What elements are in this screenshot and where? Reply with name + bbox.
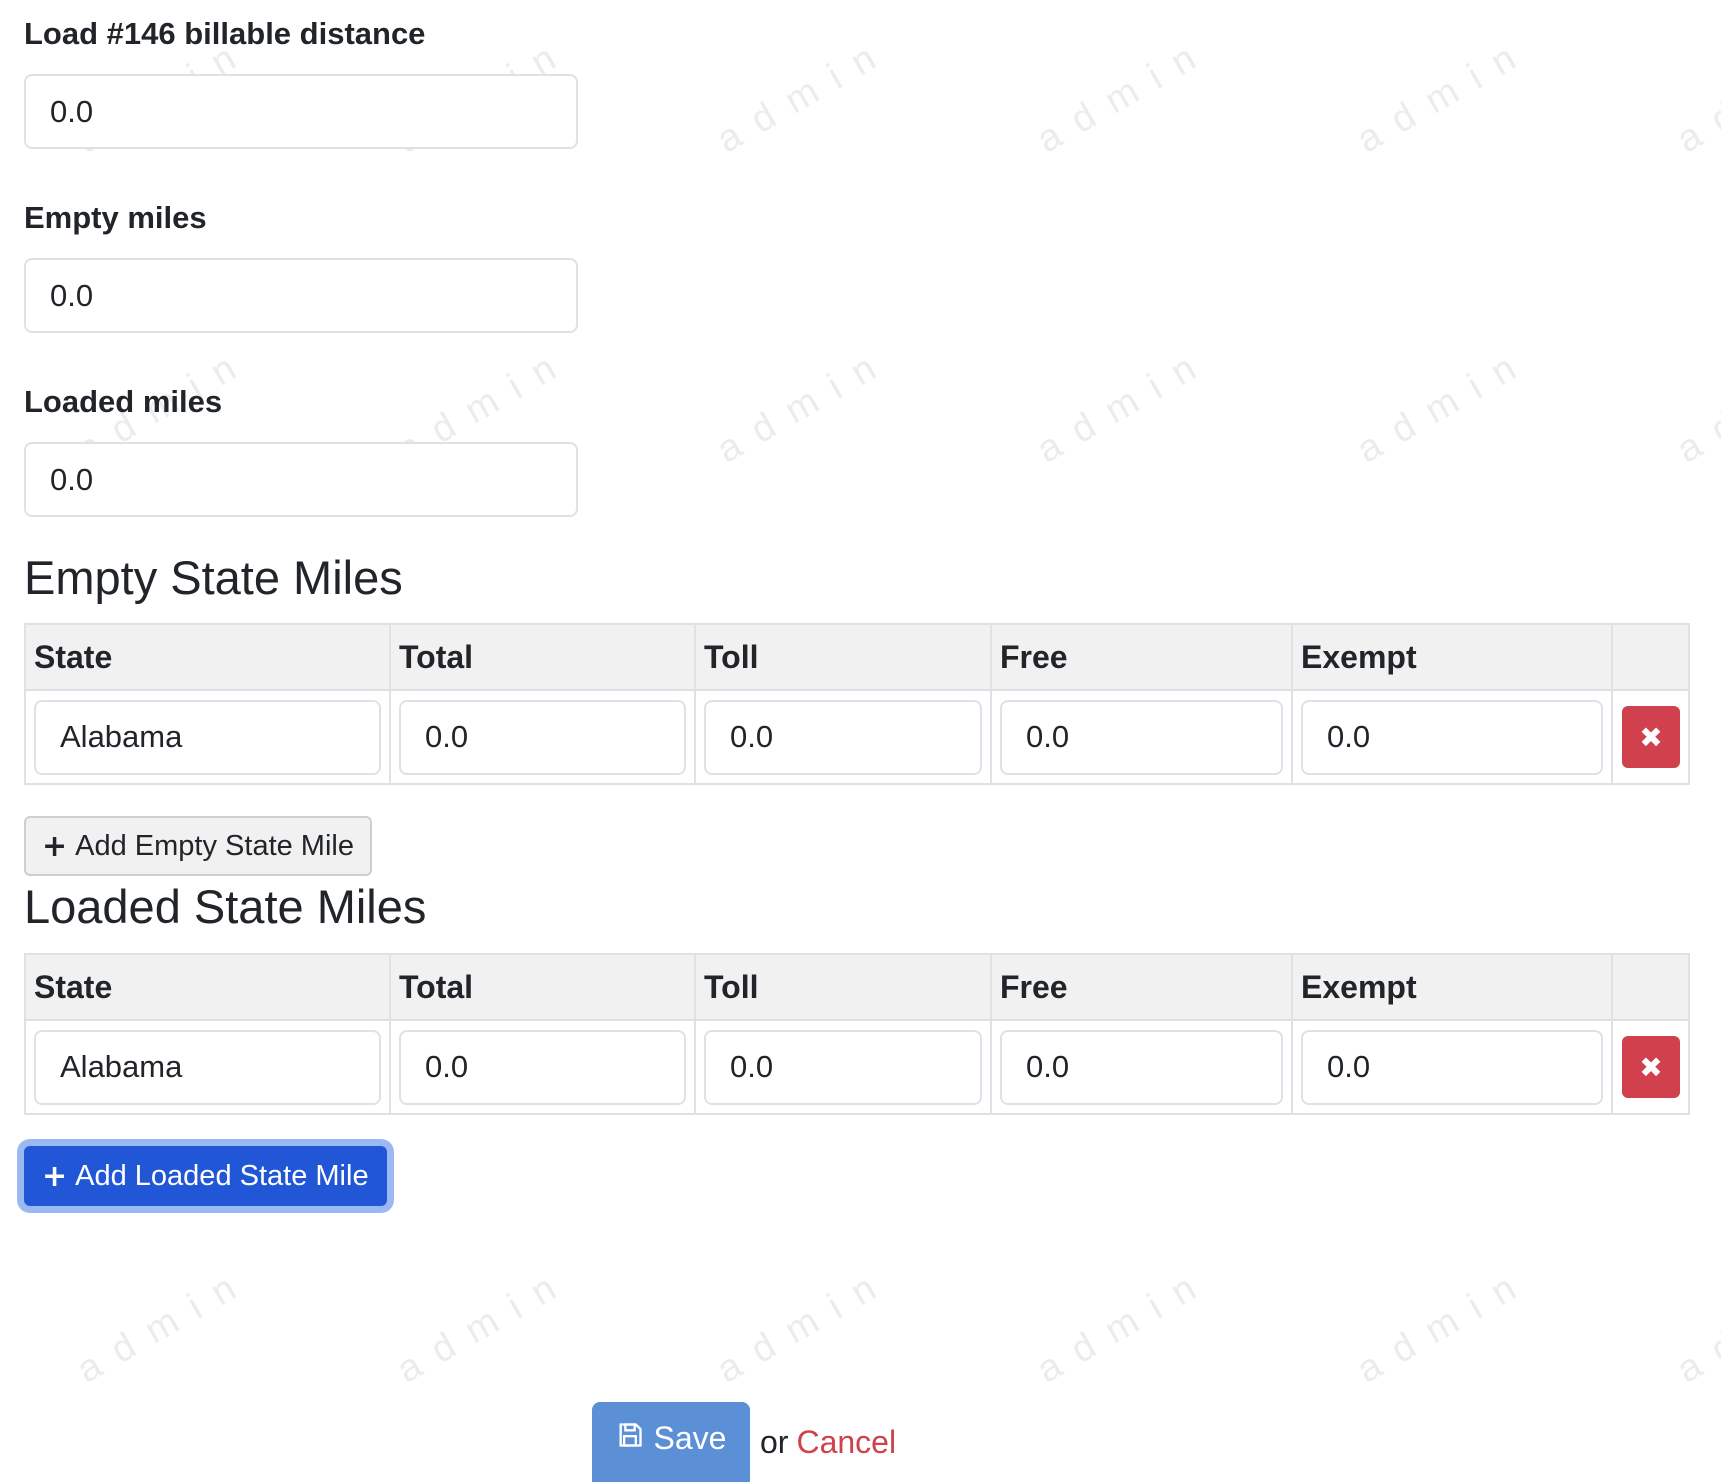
watermark-text: admin [1350,1258,1539,1392]
add-loaded-state-mile-label: Add Loaded State Mile [75,1159,369,1192]
column-header-total: Total [389,623,696,691]
column-header-exempt: Exempt [1291,953,1613,1021]
empty-state-miles-table: State Total Toll Free Exempt ✖ [24,623,1690,785]
column-header-free: Free [990,623,1293,691]
loaded-state-miles-table: State Total Toll Free Exempt ✖ [24,953,1690,1115]
free-cell [990,689,1293,785]
billable-distance-label: Load #146 billable distance [24,16,426,51]
cancel-link[interactable]: Cancel [796,1424,896,1461]
delete-row-button[interactable]: ✖ [1622,1036,1680,1098]
toll-input[interactable] [704,1029,982,1105]
times-icon: ✖ [1639,720,1663,754]
watermark-text: admin [1670,28,1721,162]
state-input[interactable] [34,699,381,775]
billable-distance-input[interactable] [24,74,578,149]
watermark-text: admin [1030,338,1219,472]
save-button[interactable]: Save [592,1402,750,1482]
watermark-text: admin [710,1258,899,1392]
column-header-actions [1611,953,1690,1021]
loaded-miles-label: Loaded miles [24,384,223,419]
add-empty-state-mile-button[interactable]: + Add Empty State Mile [24,816,372,876]
free-cell [990,1019,1293,1115]
watermark-text: admin [390,1258,579,1392]
form-actions: Save or Cancel [592,1402,896,1482]
delete-cell: ✖ [1611,1019,1690,1115]
table-row: ✖ [24,1019,1690,1115]
column-header-state: State [24,953,391,1021]
watermark-text: admin [710,28,899,162]
total-cell [389,689,696,785]
watermark-text: admin [710,338,899,472]
toll-cell [694,1019,992,1115]
loaded-miles-input[interactable] [24,442,578,517]
column-header-toll: Toll [694,953,992,1021]
state-cell [24,689,391,785]
column-header-total: Total [389,953,696,1021]
empty-miles-label: Empty miles [24,200,207,235]
column-header-exempt: Exempt [1291,623,1613,691]
or-text: or [760,1423,789,1460]
delete-cell: ✖ [1611,689,1690,785]
exempt-cell [1291,1019,1613,1115]
column-header-state: State [24,623,391,691]
plus-icon: + [42,828,68,864]
column-header-free: Free [990,953,1293,1021]
watermark-text: admin [1030,1258,1219,1392]
exempt-input[interactable] [1301,1029,1603,1105]
column-header-actions [1611,623,1690,691]
toll-cell [694,689,992,785]
loaded-state-miles-title: Loaded State Miles [24,880,427,933]
add-loaded-state-mile-button[interactable]: + Add Loaded State Mile [24,1146,387,1206]
table-row: ✖ [24,689,1690,785]
total-input[interactable] [399,1029,686,1105]
floppy-disk-icon [616,1420,644,1457]
empty-state-miles-title: Empty State Miles [24,551,403,604]
toll-input[interactable] [704,699,982,775]
table-header-row: State Total Toll Free Exempt [24,623,1690,691]
delete-row-button[interactable]: ✖ [1622,706,1680,768]
watermark-text: admin [1350,28,1539,162]
save-label: Save [653,1420,727,1456]
free-input[interactable] [1000,699,1283,775]
free-input[interactable] [1000,1029,1283,1105]
total-cell [389,1019,696,1115]
watermark-text: admin [70,1258,259,1392]
watermark-text: admin [1350,338,1539,472]
add-empty-state-mile-label: Add Empty State Mile [75,829,354,862]
column-header-toll: Toll [694,623,992,691]
table-header-row: State Total Toll Free Exempt [24,953,1690,1021]
watermark-text: admin [1670,1258,1721,1392]
empty-miles-input[interactable] [24,258,578,333]
total-input[interactable] [399,699,686,775]
state-input[interactable] [34,1029,381,1105]
watermark-text: admin [1030,28,1219,162]
exempt-input[interactable] [1301,699,1603,775]
watermark-text: admin [1670,338,1721,472]
plus-icon: + [42,1158,68,1194]
times-icon: ✖ [1639,1050,1663,1084]
exempt-cell [1291,689,1613,785]
state-cell [24,1019,391,1115]
